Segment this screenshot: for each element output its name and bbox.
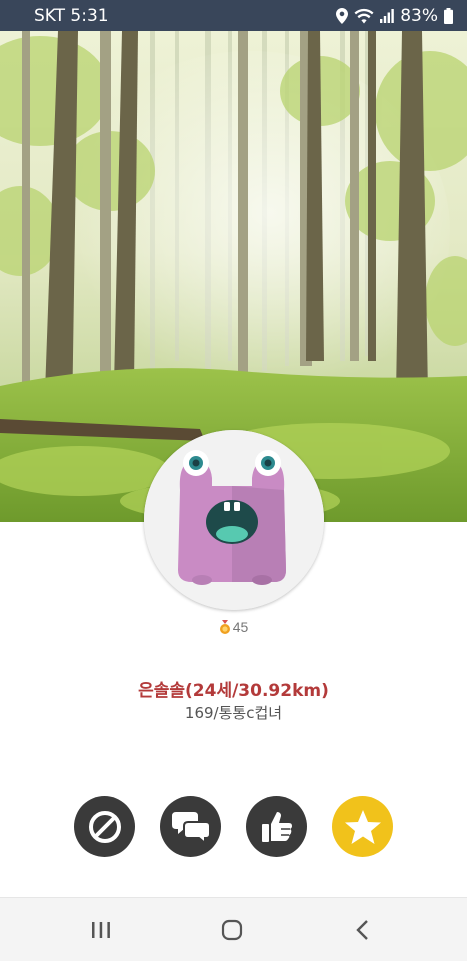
like-button[interactable]	[246, 796, 307, 857]
status-icons: 83%	[336, 6, 453, 26]
wifi-icon	[354, 8, 374, 23]
action-bar	[0, 796, 467, 857]
user-info: 169/통통c컵녀	[184, 704, 283, 722]
profile-avatar[interactable]	[144, 430, 324, 610]
recent-apps-icon	[92, 921, 110, 938]
thumbs-up-icon	[261, 811, 292, 842]
chat-bubbles-icon	[171, 811, 210, 844]
home-button[interactable]	[192, 898, 272, 961]
location-icon	[336, 7, 349, 24]
block-button[interactable]	[74, 796, 135, 857]
home-icon	[221, 919, 243, 940]
battery-percent: 83%	[400, 5, 438, 26]
back-icon	[356, 919, 368, 940]
medal-row: 45	[0, 619, 467, 635]
medal-count: 45	[232, 619, 249, 635]
battery-icon	[444, 7, 453, 24]
user-name: 은솔솔(24세/30.92km)	[138, 681, 329, 701]
medal-icon	[219, 620, 230, 634]
signal-icon	[380, 8, 395, 23]
star-icon	[344, 809, 381, 844]
block-icon	[88, 810, 121, 843]
status-bar: SKT 5:31 83%	[0, 0, 467, 31]
carrier-time: SKT 5:31	[34, 5, 109, 26]
favorite-button[interactable]	[332, 796, 393, 857]
system-nav-bar	[0, 897, 467, 961]
chat-button[interactable]	[160, 796, 221, 857]
back-button[interactable]	[323, 898, 403, 961]
recent-apps-button[interactable]	[61, 898, 141, 961]
